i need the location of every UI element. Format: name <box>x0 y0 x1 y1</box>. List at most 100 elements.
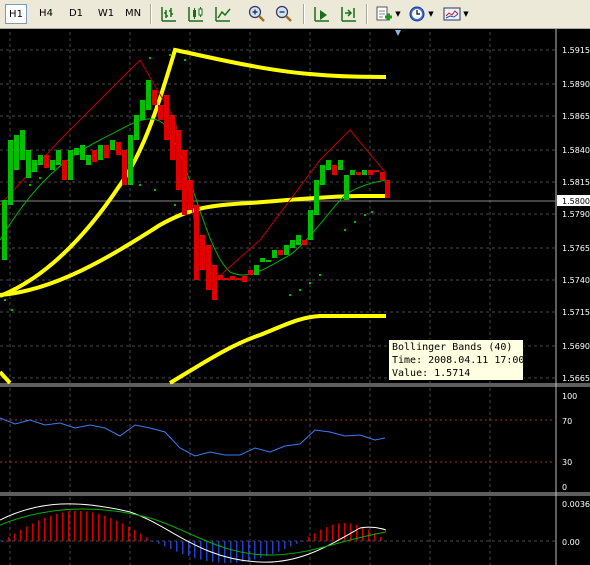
sar-dot <box>3 298 7 302</box>
sar-dot <box>288 293 292 297</box>
candle-body <box>92 150 97 162</box>
candle-body <box>308 210 313 240</box>
macd-histogram-bar <box>98 513 100 541</box>
candle-body <box>236 278 241 280</box>
macd-histogram-bar <box>50 515 52 541</box>
candle-body <box>380 172 385 180</box>
macd-histogram-bar <box>188 541 190 557</box>
macd-histogram-bar <box>218 541 220 563</box>
candle-body <box>242 276 247 282</box>
candle-body <box>356 172 361 175</box>
macd-histogram-bar <box>44 517 46 541</box>
rsi-axis-label: 100 <box>562 392 577 401</box>
macd-histogram-bar <box>140 533 142 541</box>
sar-dot <box>173 203 177 207</box>
candle-body <box>32 160 37 172</box>
candle-body <box>182 150 187 215</box>
macd-histogram-bar <box>242 541 244 562</box>
macd-histogram-bar <box>128 526 130 541</box>
macd-histogram-bar <box>320 529 322 541</box>
sar-dot <box>353 220 357 224</box>
macd-histogram-bar <box>74 511 76 541</box>
sar-dot <box>370 210 374 214</box>
chart-area[interactable]: 1.5915 1.5890 1.5865 1.5840 1.5815 1.579… <box>0 0 590 565</box>
macd-histogram-bar <box>8 537 10 541</box>
candle-body <box>44 155 49 168</box>
macd-histogram-bar <box>104 515 106 541</box>
macd-histogram-bar <box>92 512 94 541</box>
candle-body <box>80 145 85 160</box>
macd-histogram-bar <box>176 541 178 552</box>
macd-histogram-bar <box>164 541 166 547</box>
candle-body <box>158 105 163 120</box>
macd-histogram-bar <box>62 512 64 541</box>
macd-histogram-bar <box>272 541 274 554</box>
candle-body <box>140 100 145 120</box>
candle-body <box>266 260 271 262</box>
macd-histogram-bar <box>284 541 286 550</box>
sar-dot <box>183 58 187 62</box>
macd-histogram-bar <box>158 541 160 544</box>
candle-body <box>146 80 151 110</box>
candle-body <box>104 145 109 158</box>
candle-body <box>368 170 373 175</box>
candle-body <box>194 205 199 280</box>
tooltip-time: Time: 2008.04.11 17:00 <box>392 355 525 366</box>
macd-histogram-bar <box>380 536 382 541</box>
macd-axis-label: 0.00 <box>562 538 580 547</box>
macd-axis-label: 0.0036 <box>562 500 590 509</box>
macd-histogram-bar <box>278 541 280 552</box>
candle-body <box>332 165 337 175</box>
macd-histogram-bar <box>314 533 316 541</box>
candle-body <box>218 275 223 280</box>
sar-dot <box>148 56 152 60</box>
candle-body <box>188 180 193 210</box>
candle-body <box>254 265 259 275</box>
candle-body <box>278 250 283 255</box>
price-axis-label: 1.5815 <box>562 178 590 187</box>
current-price-label: 1.5800 <box>562 197 590 206</box>
macd-histogram-bar <box>308 536 310 541</box>
macd-histogram-bar <box>194 541 196 558</box>
macd-histogram-bar <box>122 523 124 541</box>
macd-histogram-bar <box>80 511 82 541</box>
candle-body <box>326 160 331 170</box>
macd-histogram-bar <box>152 541 154 542</box>
macd-histogram-bar <box>56 513 58 541</box>
candle-body <box>314 180 319 215</box>
candle-body <box>20 130 25 160</box>
macd-histogram-bar <box>344 523 346 541</box>
candle-body <box>164 95 169 140</box>
macd-histogram-bar <box>290 541 292 547</box>
candle-body <box>224 278 229 280</box>
candle-body <box>176 130 181 190</box>
candle-body <box>68 150 73 180</box>
macd-histogram-bar <box>170 541 172 550</box>
candle-body <box>230 276 235 280</box>
price-axis-label: 1.5790 <box>562 210 590 219</box>
price-axis-label: 1.5690 <box>562 342 590 351</box>
macd-histogram-bar <box>134 529 136 541</box>
candle-body <box>56 150 61 165</box>
candle-body <box>170 115 175 160</box>
candle-body <box>200 235 205 270</box>
macd-histogram-bar <box>332 524 334 541</box>
macd-histogram-bar <box>338 523 340 541</box>
price-axis-label: 1.5865 <box>562 112 590 121</box>
price-axis-label: 1.5715 <box>562 308 590 317</box>
candle-body <box>122 150 127 185</box>
candle-body <box>362 170 367 175</box>
macd-histogram-bar <box>14 533 16 541</box>
candle-body <box>8 140 13 205</box>
candle-body <box>374 170 379 172</box>
candle-body <box>152 90 157 105</box>
price-axis-label: 1.5840 <box>562 146 590 155</box>
candle-body <box>26 150 31 178</box>
macd-histogram-bar <box>254 541 256 560</box>
sar-dot <box>38 176 42 180</box>
candle-body <box>260 258 265 262</box>
macd-histogram-bar <box>302 541 304 542</box>
macd-histogram-bar <box>362 526 364 541</box>
macd-histogram-bar <box>266 541 268 557</box>
candle-body <box>134 115 139 140</box>
